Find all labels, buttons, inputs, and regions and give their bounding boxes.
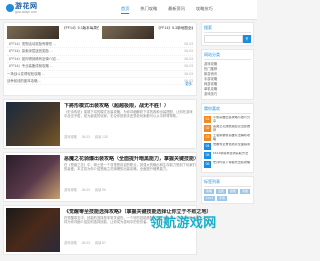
- rank-item[interactable]: 01 平衡英雄出装攻略与技巧分享: [204, 116, 251, 123]
- ranking-box: 猜你喜欢 01 平衡英雄出装攻略与技巧分享 02 恶魔之花技能搭配及出装推荐 03 王…: [201, 103, 254, 173]
- featured-title-1[interactable]: 《FF14》5.3版本每周任务的报酬汇总: [62, 26, 99, 39]
- tag[interactable]: 手游: [217, 196, 228, 201]
- article-card: 恶魔之花骑爆出装攻略（全面提升暗黑能力，掌握关键技能） 在《恶魔之花》中，骑士是…: [3, 152, 199, 202]
- article-title[interactable]: 恶魔之花骑爆出装攻略（全面提升暗黑能力，掌握关键技能）: [64, 156, 199, 162]
- rank-item[interactable]: 06 史诗传说下将模式出装攻略: [204, 161, 251, 168]
- tags-title: 标签列表: [204, 179, 251, 187]
- rank-item[interactable]: 05 FF14新版本坐骑获取方法: [204, 152, 251, 159]
- article-meta: 游戏攻略 06-03 阅读 87: [64, 241, 106, 245]
- nav-item-home[interactable]: 首页: [121, 6, 130, 14]
- category-title: 网站分类: [204, 52, 251, 60]
- search-icon: ⚲: [245, 36, 249, 41]
- featured-title-2[interactable]: 《FF14》5.3新地图全面解析（附地图）: [157, 26, 194, 39]
- featured-thumb-1[interactable]: [7, 26, 59, 39]
- list-item[interactable]: 《FF14》如何得到稀有坐骑介绍 ... 06-03: [7, 56, 193, 64]
- category-link[interactable]: 游戏技巧: [204, 92, 251, 97]
- list-item[interactable]: 《FF14》宠物活动奖励有哪些 ... 06-03: [7, 41, 193, 49]
- tag[interactable]: 技能: [228, 189, 239, 194]
- tag[interactable]: 攻略: [204, 189, 215, 194]
- tag[interactable]: 英雄: [240, 189, 251, 194]
- main-nav: 首页 热门攻略 最新资讯 攻略技巧: [121, 6, 224, 14]
- list-item[interactable]: 《FF14》探索深层迷宫奖励 ... 06-03: [7, 48, 193, 56]
- watermark-text: 领航游戏网: [150, 215, 217, 230]
- article-thumb[interactable]: [6, 155, 60, 199]
- rank-item[interactable]: 04 觉醒零至角色培养全面指南: [204, 143, 251, 150]
- tag[interactable]: 出装: [216, 189, 227, 194]
- sidebar: 搜索 ⚲ 网站分类 游戏攻略 热门推荐 新游资讯 手游攻略 网游攻略 单机攻略 …: [201, 22, 254, 207]
- article-thumb[interactable]: [6, 102, 60, 146]
- nav-item-news[interactable]: 最新资讯: [168, 6, 185, 14]
- article-meta: 游戏攻略 06-03 阅读 128: [64, 135, 108, 139]
- list-item[interactable]: 《FF14》专业装备成就攻略 ... 06-03: [7, 63, 193, 71]
- nav-item-hot[interactable]: 热门攻略: [140, 6, 157, 14]
- featured-card: 《FF14》5.3版本每周任务的报酬汇总 《FF14》5.3新地图全面解析（附地…: [3, 22, 197, 96]
- article-card: 下將形模式出装攻略（超越极限，战无不胜！） 《史诗传说》英雄下将的模式出装攻略，…: [3, 99, 197, 149]
- article-excerpt: 在《恶魔之花》中，骑士是一个非常受欢迎的职业，其强大的输出和生存能力受到了玩家们…: [64, 163, 196, 172]
- site-url: gaa.adapl.com: [15, 10, 38, 14]
- more-link[interactable]: 更多: [185, 81, 192, 86]
- search-box: 搜索 ⚲: [201, 22, 254, 46]
- nav-item-tips[interactable]: 攻略技巧: [196, 6, 213, 14]
- tags-box: 标签列表 攻略 出装 技能 英雄 FF14 手游: [201, 176, 254, 204]
- ranking-title: 猜你喜欢: [204, 106, 251, 114]
- top-header: 游花网 gaa.adapl.com 首页 热门攻略 最新资讯 攻略技巧: [0, 0, 257, 20]
- search-input[interactable]: [204, 35, 243, 43]
- featured-list: 《FF14》宠物活动奖励有哪些 ... 06-03 《FF14》探索深层迷宫奖励 …: [4, 39, 196, 87]
- search-button[interactable]: ⚲: [243, 35, 251, 43]
- site-logo-icon[interactable]: [6, 4, 14, 12]
- article-thumb[interactable]: [6, 208, 60, 252]
- featured-thumb-2[interactable]: [101, 26, 154, 39]
- rank-item[interactable]: 03 王者荣耀新英雄玩法解析攻略: [204, 134, 251, 141]
- article-meta: 游戏攻略 06-03 阅读 96: [64, 188, 106, 192]
- article-title[interactable]: 下將形模式出装攻略（超越极限，战无不胜！）: [64, 103, 193, 109]
- tag[interactable]: FF14: [204, 196, 216, 201]
- article-excerpt: 《史诗传说》英雄下将的模式出装攻略，为你详细解析下将的各种出装搭配，让你在游戏中…: [64, 110, 193, 119]
- list-item[interactable]: 战争前线的副本攻略 ... 06-03: [7, 78, 193, 86]
- search-title: 搜索: [204, 25, 251, 33]
- rank-item[interactable]: 02 恶魔之花技能搭配及出装推荐: [204, 125, 251, 132]
- list-item[interactable]: 一场战斗变得轻松攻略 ... 06-03: [7, 71, 193, 79]
- category-box: 网站分类 游戏攻略 热门推荐 新游资讯 手游攻略 网游攻略 单机攻略 游戏技巧: [201, 49, 254, 100]
